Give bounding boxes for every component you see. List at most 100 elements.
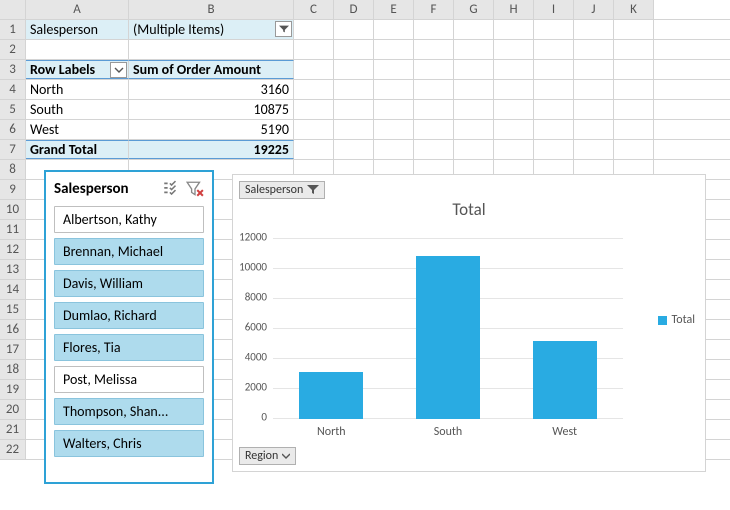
slicer-salesperson[interactable]: Salesperson Albertson, KathyBrennan, Mic… [44,170,214,484]
cell-H6[interactable] [494,120,534,139]
pivot-filter-value[interactable]: (Multiple Items) [129,20,294,39]
pivot-row-label[interactable]: South [26,100,129,119]
row-header-21[interactable]: 21 [0,420,26,439]
column-header-J[interactable]: J [574,0,614,19]
cell-C2[interactable] [294,40,334,59]
cell-D5[interactable] [334,100,374,119]
row-header-17[interactable]: 17 [0,340,26,359]
column-header-G[interactable]: G [454,0,494,19]
row-header-2[interactable]: 2 [0,40,26,59]
cell-J5[interactable] [574,100,614,119]
column-header-F[interactable]: F [414,0,454,19]
cell-K1[interactable] [614,20,654,39]
cell-K3[interactable] [614,60,654,79]
cell-D7[interactable] [334,140,374,159]
cell-J2[interactable] [574,40,614,59]
cell-F1[interactable] [414,20,454,39]
cell-F6[interactable] [414,120,454,139]
row-header-1[interactable]: 1 [0,20,26,39]
cell-C6[interactable] [294,120,334,139]
row-header-5[interactable]: 5 [0,100,26,119]
cell-C1[interactable] [294,20,334,39]
cell-C4[interactable] [294,80,334,99]
cell-D2[interactable] [334,40,374,59]
pivot-filter-dropdown[interactable] [275,21,292,37]
bar[interactable] [533,341,597,419]
chart-filter-button[interactable]: Salesperson [239,181,325,199]
cell-E4[interactable] [374,80,414,99]
cell-G5[interactable] [454,100,494,119]
cell-E2[interactable] [374,40,414,59]
cell-H4[interactable] [494,80,534,99]
row-header-10[interactable]: 10 [0,200,26,219]
bar[interactable] [299,372,363,419]
multiselect-icon[interactable] [162,180,180,198]
clear-filter-icon[interactable] [186,180,204,198]
slicer-item[interactable]: Davis, William [54,270,204,297]
slicer-item[interactable]: Post, Melissa [54,366,204,393]
pivot-row-value[interactable]: 3160 [129,80,294,99]
cell-H1[interactable] [494,20,534,39]
pivot-value-header[interactable]: Sum of Order Amount [129,60,294,79]
slicer-item[interactable]: Dumlao, Richard [54,302,204,329]
row-header-13[interactable]: 13 [0,260,26,279]
cell-E3[interactable] [374,60,414,79]
cell-H3[interactable] [494,60,534,79]
column-header-I[interactable]: I [534,0,574,19]
cell-I4[interactable] [534,80,574,99]
cell-F2[interactable] [414,40,454,59]
row-header-8[interactable]: 8 [0,160,26,179]
cell-H2[interactable] [494,40,534,59]
cell-J3[interactable] [574,60,614,79]
row-header-9[interactable]: 9 [0,180,26,199]
cell-G1[interactable] [454,20,494,39]
column-header-K[interactable]: K [614,0,654,19]
cell-J6[interactable] [574,120,614,139]
pivot-grand-label[interactable]: Grand Total [26,140,129,159]
cell-G4[interactable] [454,80,494,99]
slicer-item[interactable]: Flores, Tia [54,334,204,361]
row-header-15[interactable]: 15 [0,300,26,319]
select-all-corner[interactable] [0,0,26,19]
cell-C3[interactable] [294,60,334,79]
cell-D1[interactable] [334,20,374,39]
slicer-item[interactable]: Walters, Chris [54,430,204,457]
cell-E6[interactable] [374,120,414,139]
row-header-22[interactable]: 22 [0,440,26,459]
cell-E5[interactable] [374,100,414,119]
column-header-C[interactable]: C [294,0,334,19]
cell-I7[interactable] [534,140,574,159]
cell-K2[interactable] [614,40,654,59]
cell-E1[interactable] [374,20,414,39]
cell-D6[interactable] [334,120,374,139]
cell-H7[interactable] [494,140,534,159]
cell-K6[interactable] [614,120,654,139]
row-header-20[interactable]: 20 [0,400,26,419]
pivot-row-value[interactable]: 10875 [129,100,294,119]
row-header-4[interactable]: 4 [0,80,26,99]
pivot-row-value[interactable]: 5190 [129,120,294,139]
row-header-14[interactable]: 14 [0,280,26,299]
cell-C7[interactable] [294,140,334,159]
pivot-chart[interactable]: Salesperson Total 0200040006000800010000… [232,174,706,472]
cell-K4[interactable] [614,80,654,99]
cell-G6[interactable] [454,120,494,139]
cell-I3[interactable] [534,60,574,79]
chart-axis-button[interactable]: Region [239,447,296,465]
bar[interactable] [416,256,480,419]
cell-B2[interactable] [129,40,294,59]
cell-A2[interactable] [26,40,129,59]
row-header-16[interactable]: 16 [0,320,26,339]
cell-G7[interactable] [454,140,494,159]
pivot-row-dropdown[interactable] [110,62,127,78]
cell-C5[interactable] [294,100,334,119]
cell-I2[interactable] [534,40,574,59]
column-header-E[interactable]: E [374,0,414,19]
cell-I6[interactable] [534,120,574,139]
pivot-grand-value[interactable]: 19225 [129,140,294,159]
pivot-filter-field[interactable]: Salesperson [26,20,129,39]
cell-J4[interactable] [574,80,614,99]
cell-J7[interactable] [574,140,614,159]
row-header-7[interactable]: 7 [0,140,26,159]
row-header-18[interactable]: 18 [0,360,26,379]
